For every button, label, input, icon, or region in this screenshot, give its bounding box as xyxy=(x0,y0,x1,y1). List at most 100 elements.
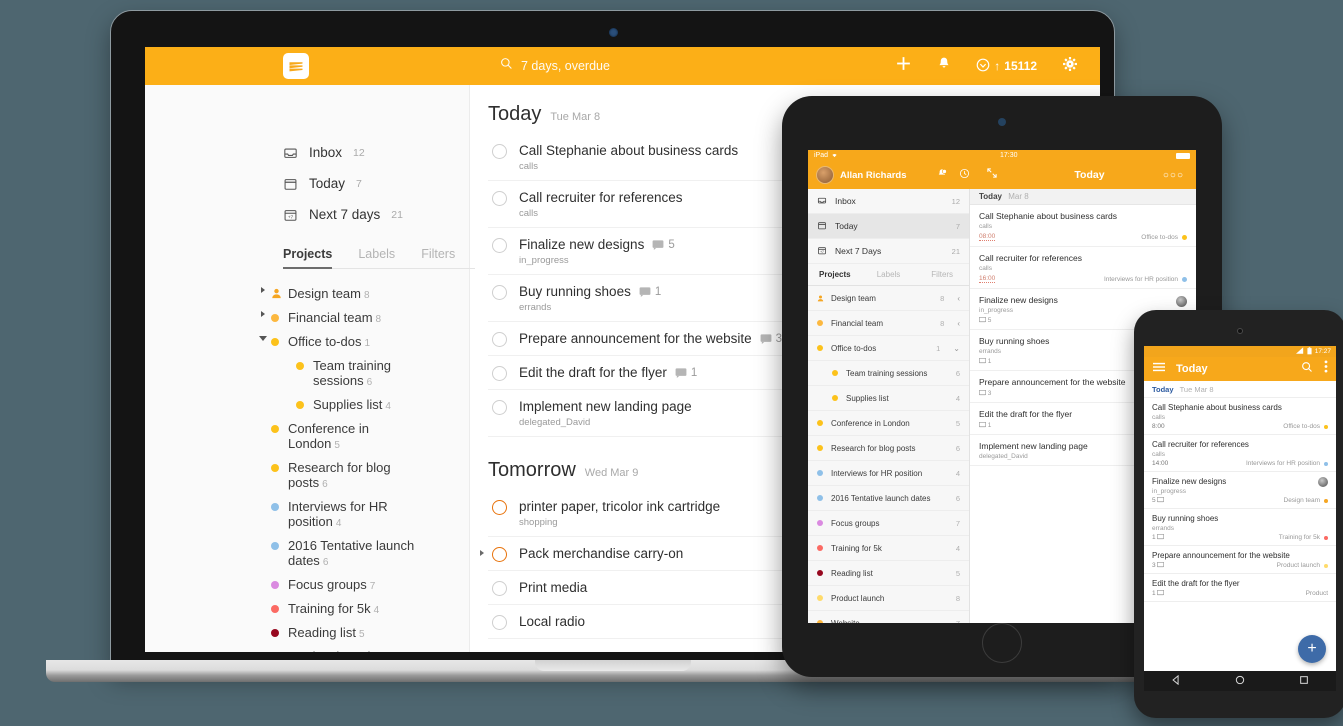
sidebar-item-next7days[interactable]: +7 Next 7 Days 21 xyxy=(808,239,969,264)
task-meta: 08:00 Office to-dos xyxy=(979,233,1187,241)
project-item[interactable]: Training for 5k 4 xyxy=(808,536,969,561)
project-item[interactable]: Focus groups 7 xyxy=(808,511,969,536)
project-item[interactable]: Supplies list 4 xyxy=(808,386,969,411)
project-item[interactable]: Website 7 xyxy=(808,611,969,623)
project-item[interactable]: Research for blog posts 6 xyxy=(271,456,469,495)
task-row[interactable]: Finalize new designs in_progress 5 Design … xyxy=(1144,472,1336,509)
task-checkbox[interactable] xyxy=(492,285,507,300)
chevron-right-icon[interactable] xyxy=(480,550,484,556)
chevron-icon[interactable]: ‹ xyxy=(957,294,960,303)
project-name: Team training sessions 6 xyxy=(313,357,392,388)
project-item[interactable]: Office to-dos 1 ⌄ xyxy=(808,336,969,361)
project-item[interactable]: Design team 8 xyxy=(261,282,469,306)
gear-icon[interactable] xyxy=(1062,56,1078,77)
hamburger-menu-icon[interactable] xyxy=(1152,360,1166,378)
task-checkbox[interactable] xyxy=(492,191,507,206)
project-item[interactable]: Office to-dos 1 xyxy=(259,330,469,354)
project-count: 4 xyxy=(955,468,960,478)
sidebar-item-count: 21 xyxy=(391,208,403,221)
karma-indicator[interactable]: ↑ 15112 xyxy=(976,58,1037,75)
project-item[interactable]: Financial team 8 xyxy=(261,306,469,330)
project-name: Team training sessions xyxy=(846,368,928,378)
tablet-camera-icon xyxy=(998,118,1006,126)
search-bar[interactable]: 7 days, overdue xyxy=(500,57,610,75)
task-checkbox[interactable] xyxy=(492,366,507,381)
task-row[interactable]: Call Stephanie about business cards calls… xyxy=(970,205,1196,247)
battery-icon xyxy=(1176,152,1190,159)
sidebar-item-inbox[interactable]: Inbox 12 xyxy=(283,137,469,168)
add-task-fab-icon[interactable]: + xyxy=(1298,635,1326,663)
bell-icon[interactable] xyxy=(937,56,951,76)
task-row[interactable]: Call Stephanie about business cards calls… xyxy=(1144,398,1336,435)
task-checkbox[interactable] xyxy=(492,332,507,347)
project-item[interactable]: Conference in London 5 xyxy=(808,411,969,436)
task-label: delegated_David xyxy=(519,417,591,428)
chevron-right-icon[interactable] xyxy=(261,287,265,293)
plus-icon[interactable] xyxy=(895,55,912,77)
search-icon[interactable] xyxy=(1301,360,1313,378)
project-count: 6 xyxy=(322,556,329,568)
back-nav-icon[interactable] xyxy=(1171,672,1181,690)
sidebar-item-inbox[interactable]: Inbox 12 xyxy=(808,189,969,214)
project-item[interactable]: Team training sessions 6 xyxy=(271,354,469,393)
chevron-icon[interactable]: ‹ xyxy=(957,319,960,328)
avatar[interactable] xyxy=(816,166,834,184)
recents-nav-icon[interactable] xyxy=(1299,672,1309,690)
project-item[interactable]: Reading list 5 xyxy=(271,621,469,645)
task-checkbox[interactable] xyxy=(492,238,507,253)
task-checkbox[interactable] xyxy=(492,144,507,159)
task-checkbox[interactable] xyxy=(492,500,507,515)
tab-labels[interactable]: Labels xyxy=(862,270,916,279)
search-query-text: 7 days, overdue xyxy=(521,59,610,73)
todoist-logo-icon[interactable] xyxy=(283,53,309,79)
task-checkbox[interactable] xyxy=(492,615,507,630)
sidebar-item-today[interactable]: Today 7 xyxy=(283,168,469,199)
task-row[interactable]: Call recruiter for references calls 16:00 I… xyxy=(970,247,1196,289)
clock-icon[interactable] xyxy=(959,166,970,184)
project-item[interactable]: Design team 8 ‹ xyxy=(808,286,969,311)
task-row[interactable]: Call recruiter for references calls 14:00 I… xyxy=(1144,435,1336,472)
chevron-icon[interactable]: ⌄ xyxy=(953,344,960,353)
project-item[interactable]: 2016 Tentative launch dates 6 xyxy=(808,486,969,511)
notifications-icon[interactable] xyxy=(936,166,948,184)
task-checkbox[interactable] xyxy=(492,547,507,562)
project-item[interactable]: Team training sessions 6 xyxy=(808,361,969,386)
task-project: Product launch xyxy=(1277,562,1328,569)
tablet-topbar: Allan Richards Today ○○○ xyxy=(808,161,1196,189)
chevron-down-icon[interactable] xyxy=(259,336,267,344)
tab-filters[interactable]: Filters xyxy=(421,247,455,261)
project-name: Office to-dos xyxy=(831,343,877,353)
tab-projects[interactable]: Projects xyxy=(808,270,862,279)
project-item[interactable]: Product launch8 xyxy=(271,645,469,653)
task-meta: 1 Training for 5k xyxy=(1152,533,1328,541)
more-options-icon[interactable]: ○○○ xyxy=(1163,170,1184,181)
chevron-right-icon[interactable] xyxy=(261,311,265,317)
tab-filters[interactable]: Filters xyxy=(915,270,969,279)
sidebar-item-today[interactable]: Today 7 xyxy=(808,214,969,239)
sidebar-item-next7days[interactable]: +7 Next 7 days 21 xyxy=(283,199,469,230)
project-item[interactable]: Reading list 5 xyxy=(808,561,969,586)
project-item[interactable]: Research for blog posts 6 xyxy=(808,436,969,461)
project-item[interactable]: Financial team 8 ‹ xyxy=(808,311,969,336)
project-item[interactable]: 2016 Tentative launch dates 6 xyxy=(271,534,469,573)
project-item[interactable]: Focus groups 7 xyxy=(271,573,469,597)
task-row[interactable]: Edit the draft for the flyer 1 Product xyxy=(1144,574,1336,602)
project-count: 7 xyxy=(369,580,376,592)
project-item[interactable]: Conference in London 5 xyxy=(271,417,469,456)
tab-labels[interactable]: Labels xyxy=(358,247,395,261)
task-row[interactable]: Buy running shoes errands 1 Training for 5… xyxy=(1144,509,1336,546)
more-options-icon[interactable] xyxy=(1324,360,1328,378)
home-nav-icon[interactable] xyxy=(1235,672,1245,690)
project-item[interactable]: Training for 5k 4 xyxy=(271,597,469,621)
tab-projects[interactable]: Projects xyxy=(283,247,333,269)
project-item[interactable]: Interviews for HR position 4 xyxy=(271,495,469,534)
project-item[interactable]: Product launch8 xyxy=(808,586,969,611)
task-checkbox[interactable] xyxy=(492,400,507,415)
task-checkbox[interactable] xyxy=(492,581,507,596)
task-row[interactable]: Prepare announcement for the website 3 Pr… xyxy=(1144,546,1336,574)
task-label: calls xyxy=(519,161,539,172)
phone-status-bar: 17:27 xyxy=(1144,346,1336,357)
project-item[interactable]: Supplies list 4 xyxy=(271,393,469,417)
project-item[interactable]: Interviews for HR position 4 xyxy=(808,461,969,486)
tablet-home-button[interactable] xyxy=(982,623,1022,663)
